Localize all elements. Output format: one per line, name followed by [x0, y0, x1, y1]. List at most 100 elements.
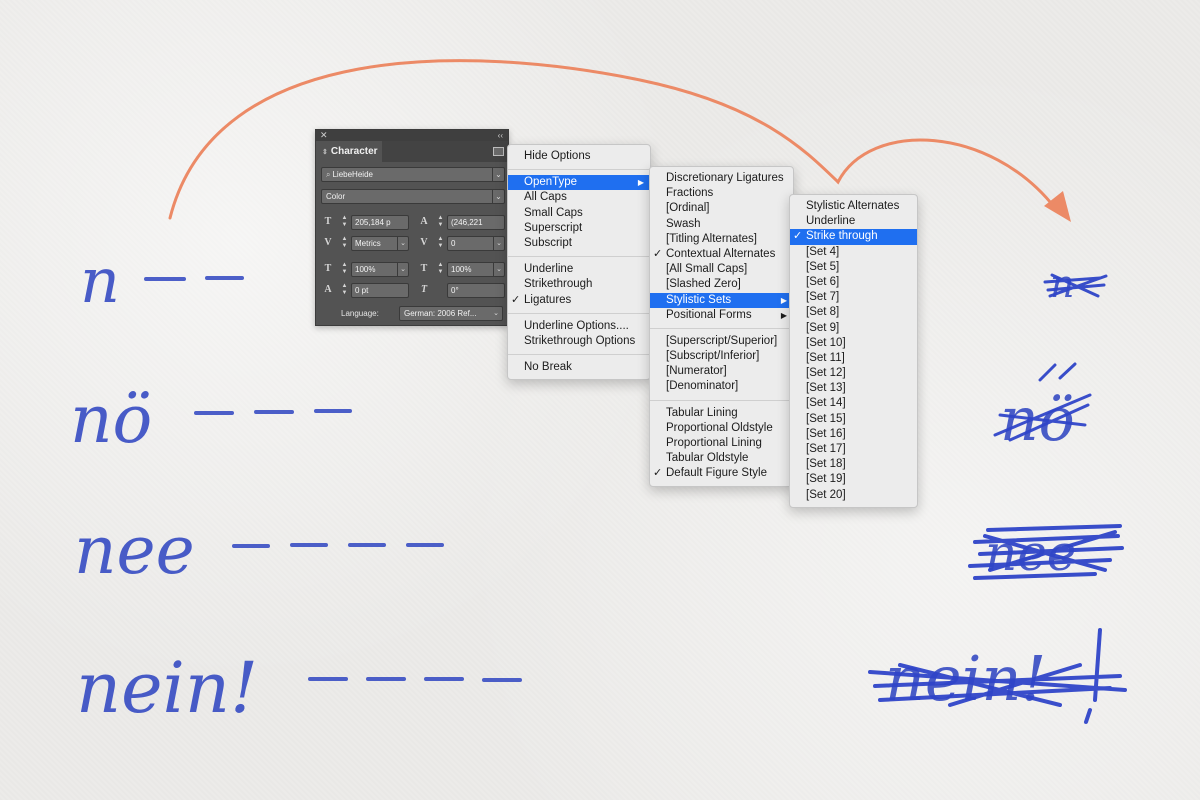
menu-item-label: [Set 5] — [806, 260, 840, 273]
menu-item-proportional-lining[interactable]: Proportional Lining — [650, 436, 793, 451]
menu-item-proportional-oldstyle[interactable]: Proportional Oldstyle — [650, 421, 793, 436]
menu-item-small-caps[interactable]: Small Caps — [508, 206, 650, 221]
menu-item-superscript[interactable]: Superscript — [508, 221, 650, 236]
menu-item-set-11[interactable]: [Set 11] — [790, 351, 917, 366]
kerning-field[interactable]: Metrics ⌄ — [351, 236, 409, 251]
stylistic-sets-submenu: Stylistic Alternates Underline ✓ Strike thr… — [789, 194, 918, 508]
menu-item-set-10[interactable]: [Set 10] — [790, 336, 917, 351]
menu-item-positional-forms[interactable]: Positional Forms ▶ — [650, 308, 793, 323]
menu-item-stylistic-sets[interactable]: Stylistic Sets ▶ — [650, 292, 793, 308]
tab-character-label: Character — [330, 146, 378, 157]
menu-item-label: [Set 15] — [806, 412, 846, 425]
menu-item-stylistic-alternates[interactable]: Stylistic Alternates — [790, 199, 917, 214]
menu-item-label: [Slashed Zero] — [666, 278, 741, 291]
menu-item-all-caps[interactable]: All Caps — [508, 190, 650, 205]
vertical-scale-field[interactable]: 100% ⌄ — [351, 262, 409, 277]
menu-item-superscript-superior[interactable]: [Superscript/Superior] — [650, 334, 793, 349]
leading-stepper[interactable]: ▲ ▼ — [436, 215, 445, 230]
chevron-down-icon[interactable]: ⌄ — [492, 190, 504, 203]
font-size-field[interactable]: 205,184 p — [351, 215, 409, 230]
menu-item-strike-through[interactable]: ✓ Strike through — [790, 229, 917, 245]
menu-item-set-15[interactable]: [Set 15] — [790, 412, 917, 427]
leading-value: (246,221 — [451, 218, 483, 227]
menu-item-denominator[interactable]: [Denominator] — [650, 379, 793, 394]
menu-item-set-12[interactable]: [Set 12] — [790, 366, 917, 381]
menu-item-set-13[interactable]: [Set 13] — [790, 381, 917, 396]
menu-item-discretionary-ligatures[interactable]: Discretionary Ligatures — [650, 171, 793, 186]
menu-item-strikethrough[interactable]: Strikethrough — [508, 277, 650, 292]
menu-item-hide-options[interactable]: Hide Options — [508, 149, 650, 164]
menu-item-tabular-lining[interactable]: Tabular Lining — [650, 406, 793, 421]
menu-item-underline-options[interactable]: Underline Options.... — [508, 319, 650, 334]
chevron-down-icon[interactable]: ⌄ — [492, 168, 504, 181]
horizontal-scale-stepper[interactable]: ▲ ▼ — [436, 262, 445, 277]
menu-item-titling-alternates[interactable]: [Titling Alternates] — [650, 232, 793, 247]
menu-item-set-19[interactable]: [Set 19] — [790, 472, 917, 487]
menu-item-set-7[interactable]: [Set 7] — [790, 290, 917, 305]
tracking-stepper[interactable]: ▲ ▼ — [436, 236, 445, 251]
menu-item-strikethrough-options[interactable]: Strikethrough Options — [508, 334, 650, 349]
menu-item-label: Underline — [806, 215, 856, 228]
chevron-down-icon[interactable]: ⌄ — [493, 237, 504, 250]
panel-menu-icon[interactable] — [493, 147, 504, 156]
menu-item-set-4[interactable]: [Set 4] — [790, 245, 917, 260]
tracking-value: 0 — [451, 239, 456, 248]
baseline-shift-field[interactable]: 0 pt — [351, 283, 409, 298]
menu-item-all-small-caps[interactable]: [All Small Caps] — [650, 262, 793, 277]
menu-item-label: [Set 17] — [806, 443, 846, 455]
menu-item-underline[interactable]: Underline — [508, 262, 650, 277]
menu-item-no-break[interactable]: No Break — [508, 360, 650, 375]
menu-item-set-9[interactable]: [Set 9] — [790, 321, 917, 336]
menu-item-set-20[interactable]: [Set 20] — [790, 488, 917, 503]
font-style-field[interactable]: Color ⌄ — [321, 189, 505, 204]
tracking-field[interactable]: 0 ⌄ — [447, 236, 505, 251]
close-icon[interactable]: ✕ — [320, 130, 328, 141]
menu-item-set-5[interactable]: [Set 5] — [790, 260, 917, 275]
menu-item-label: Tabular Oldstyle — [666, 452, 749, 465]
chevron-down-icon[interactable]: ⌄ — [493, 263, 504, 276]
font-family-field[interactable]: ⌕ LiebeHeide ⌄ — [321, 167, 505, 182]
tab-character[interactable]: ⇕ Character — [316, 141, 382, 162]
menu-item-ordinal[interactable]: [Ordinal] — [650, 201, 793, 216]
menu-separator — [508, 256, 650, 258]
double-chevron-icon[interactable]: ‹‹ — [498, 130, 503, 141]
leading-field[interactable]: (246,221 — [447, 215, 505, 230]
kerning-stepper[interactable]: ▲ ▼ — [340, 236, 349, 251]
chevron-down-icon[interactable]: ⌄ — [490, 307, 502, 320]
menu-item-set-16[interactable]: [Set 16] — [790, 427, 917, 442]
menu-item-ligatures[interactable]: ✓ Ligatures — [508, 293, 650, 308]
menu-item-subscript-inferior[interactable]: [Subscript/Inferior] — [650, 349, 793, 364]
menu-item-label: [Set 6] — [806, 275, 840, 288]
menu-item-contextual-alternates[interactable]: ✓ Contextual Alternates — [650, 247, 793, 262]
menu-item-tabular-oldstyle[interactable]: Tabular Oldstyle — [650, 451, 793, 466]
menu-item-set-14[interactable]: [Set 14] — [790, 396, 917, 411]
menu-item-label: Ligatures — [524, 293, 572, 306]
menu-item-label: Strikethrough — [524, 278, 593, 291]
skew-field[interactable]: 0° — [447, 283, 505, 298]
menu-item-set-18[interactable]: [Set 18] — [790, 457, 917, 472]
menu-item-default-figure-style[interactable]: ✓ Default Figure Style — [650, 466, 793, 481]
menu-item-slashed-zero[interactable]: [Slashed Zero] — [650, 277, 793, 292]
horizontal-scale-icon: T — [420, 263, 428, 274]
font-size-stepper[interactable]: ▲ ▼ — [340, 215, 349, 230]
handwriting-word-n: n — [80, 244, 120, 317]
menu-item-numerator[interactable]: [Numerator] — [650, 364, 793, 379]
menu-item-fractions[interactable]: Fractions — [650, 186, 793, 201]
handwriting-scene: n nö nee nein! n nö nee nein! — [70, 59, 1127, 729]
menu-item-subscript[interactable]: Subscript — [508, 236, 650, 251]
menu-item-opentype[interactable]: OpenType ▶ — [508, 175, 650, 191]
font-style-value: Color — [326, 192, 346, 201]
panel-title-bar: ✕ ‹‹ — [316, 130, 508, 141]
baseline-shift-stepper[interactable]: ▲ ▼ — [340, 283, 349, 298]
vertical-scale-stepper[interactable]: ▲ ▼ — [340, 262, 349, 277]
menu-item-set-17[interactable]: [Set 17] — [790, 442, 917, 457]
menu-item-swash[interactable]: Swash — [650, 217, 793, 232]
chevron-down-icon[interactable]: ⌄ — [397, 263, 408, 276]
menu-item-set-8[interactable]: [Set 8] — [790, 305, 917, 320]
language-select[interactable]: German: 2006 Ref... ⌄ — [399, 306, 503, 321]
menu-item-underline[interactable]: Underline — [790, 214, 917, 229]
menu-item-label: Proportional Oldstyle — [666, 421, 773, 434]
horizontal-scale-field[interactable]: 100% ⌄ — [447, 262, 505, 277]
chevron-down-icon[interactable]: ⌄ — [397, 237, 408, 250]
menu-item-set-6[interactable]: [Set 6] — [790, 275, 917, 290]
